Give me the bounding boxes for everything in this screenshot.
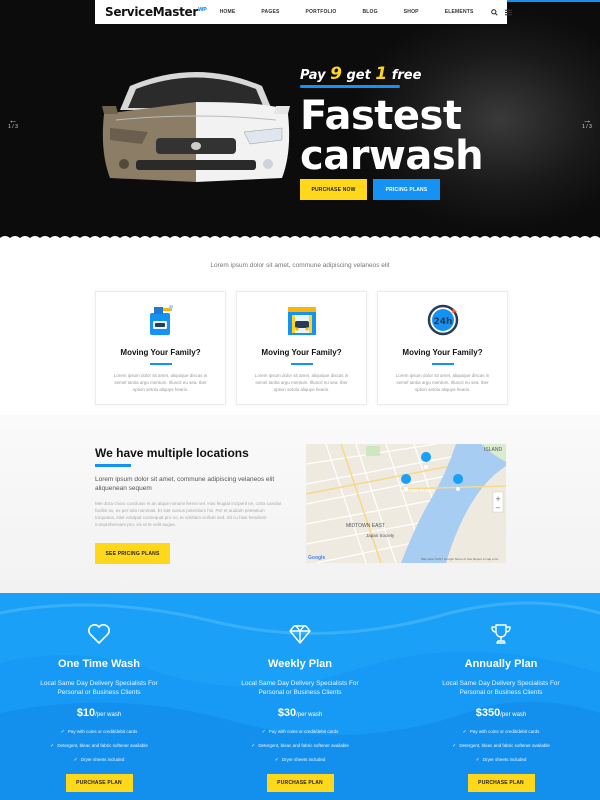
search-icon[interactable]: [490, 8, 498, 16]
pricing-plan-card: Annually Plan Local Same Day Delivery Sp…: [416, 622, 586, 792]
pricing-plans-button[interactable]: PRICING PLANS: [373, 179, 440, 200]
check-icon: ✓: [261, 729, 266, 735]
plan-features: ✓ Pay with coins or credit/debit cards ✓ D…: [215, 728, 385, 764]
nav-item-pages[interactable]: PAGES: [248, 9, 292, 15]
feature-text: Lorem ipsum dolor sit amet, aliquique di…: [254, 373, 349, 392]
map-label: Japan Society: [366, 533, 395, 538]
location-map[interactable]: + − ISLAND SUTTON PLACE MIDTOWN EAST Jap…: [306, 444, 506, 563]
hero-promo: Pay 9 get 1 free Fastest carwash: [300, 64, 484, 179]
feature-card: Moving Your Family? Lorem ipsum dolor si…: [95, 291, 226, 405]
plan-feature: ✓ Dryer sheets included: [274, 757, 326, 763]
plan-name: One Time Wash: [58, 658, 140, 670]
plan-features: ✓ Pay with coins or credit/debit cards ✓ D…: [14, 728, 184, 764]
plan-feature: ✓ Dryer sheets included: [73, 757, 125, 763]
check-icon: ✓: [274, 757, 279, 763]
plan-feature: ✓ Detergent, bleac and fabric softener av…: [50, 743, 148, 749]
prev-slide-counter: 1 / 3: [8, 124, 18, 130]
top-navbar: ServiceMasterWP HOME PAGES PORTFOLIO BLO…: [95, 0, 512, 24]
map-zoom-out[interactable]: −: [495, 504, 501, 512]
purchase-plan-button[interactable]: PURCHASE PLAN: [266, 774, 334, 792]
feature-title: Moving Your Family?: [120, 348, 201, 357]
plan-feature: ✓ Pay with coins or credit/debit cards: [261, 729, 339, 735]
plan-feature: ✓ Detergent, bleac and fabric softener av…: [251, 743, 349, 749]
locations-title: We have multiple locations: [95, 446, 249, 460]
hero-car-image: [102, 72, 290, 182]
feature-card: Moving Your Family? Lorem ipsum dolor si…: [236, 291, 367, 405]
nav-item-shop[interactable]: SHOP: [391, 9, 432, 15]
plan-features: ✓ Pay with coins or credit/debit cards ✓ D…: [416, 728, 586, 764]
menu-icon[interactable]: [504, 9, 512, 16]
trophy-icon: [491, 624, 511, 644]
locations-section: We have multiple locations Lorem ipsum d…: [95, 446, 285, 564]
hero-bottom-wave: [0, 236, 600, 244]
map-label: ISLAND: [484, 447, 502, 453]
nav-item-portfolio[interactable]: PORTFOLIO: [293, 9, 350, 15]
main-menu: HOME PAGES PORTFOLIO BLOG SHOP ELEMENTS: [207, 9, 487, 15]
plan-feature: ✓ Pay with coins or credit/debit cards: [462, 729, 540, 735]
purchase-plan-button[interactable]: PURCHASE PLAN: [467, 774, 535, 792]
top-accent-bar: [507, 0, 600, 2]
map-footer: Map data ©2017 Google Terms of Use Repor…: [421, 557, 498, 561]
heart-icon: [88, 624, 110, 645]
carwash-station-icon: [287, 307, 316, 335]
diamond-icon: [289, 625, 311, 644]
intro-text: Lorem ipsum dolor sit amet, commune adip…: [210, 262, 390, 269]
check-icon: ✓: [60, 729, 65, 735]
google-logo: Google: [308, 555, 325, 561]
arrow-right-icon: →: [582, 115, 592, 125]
next-slide-button[interactable]: → 1 / 3: [577, 115, 597, 131]
feature-title: Moving Your Family?: [402, 348, 483, 357]
see-pricing-plans-button[interactable]: SEE PRICING PLANS: [95, 543, 170, 564]
hero-title: Fastest carwash: [300, 93, 484, 179]
pricing-section: One Time Wash Local Same Day Delivery Sp…: [0, 593, 600, 800]
map-zoom-in[interactable]: +: [495, 495, 501, 503]
check-icon: ✓: [50, 743, 55, 749]
hero-slider: ServiceMasterWP HOME PAGES PORTFOLIO BLO…: [0, 0, 600, 244]
plan-feature: ✓ Pay with coins or credit/debit cards: [60, 729, 138, 735]
pricing-plan-card: One Time Wash Local Same Day Delivery Sp…: [14, 622, 184, 792]
check-icon: ✓: [251, 743, 256, 749]
nav-item-home[interactable]: HOME: [207, 9, 249, 15]
feature-card: 24h Moving Your Family? Lorem ipsum dolo…: [377, 291, 508, 405]
check-icon: ✓: [452, 743, 457, 749]
plan-price: $350/per wash: [475, 707, 527, 719]
plan-description: Local Same Day Delivery Specialists For …: [40, 680, 158, 696]
plan-description: Local Same Day Delivery Specialists For …: [442, 680, 560, 696]
plan-description: Local Same Day Delivery Specialists For …: [241, 680, 359, 696]
map-canvas[interactable]: + − ISLAND SUTTON PLACE MIDTOWN EAST Jap…: [306, 444, 506, 563]
purchase-now-button[interactable]: PURCHASE NOW: [300, 179, 367, 200]
plan-price: $30/per wash: [277, 707, 323, 719]
locations-body: Mei dicta choro conclusio ei an atque no…: [95, 501, 282, 527]
check-icon: ✓: [475, 757, 480, 763]
purchase-plan-button[interactable]: PURCHASE PLAN: [65, 774, 133, 792]
feature-text: Lorem ipsum dolor sit amet, aliquique di…: [113, 373, 208, 392]
next-slide-counter: 1 / 3: [582, 124, 592, 130]
feature-cards: Moving Your Family? Lorem ipsum dolor si…: [95, 291, 508, 405]
24h-service-icon: 24h: [427, 304, 458, 336]
nav-item-blog[interactable]: BLOG: [349, 9, 390, 15]
check-icon: ✓: [462, 729, 467, 735]
plan-name: Annually Plan: [464, 658, 538, 670]
plan-feature: ✓ Dryer sheets included: [475, 757, 527, 763]
locations-section-bg: [0, 415, 600, 593]
prev-slide-button[interactable]: ← 1 / 3: [3, 115, 23, 131]
car-shampoo-icon: [149, 305, 173, 335]
arrow-left-icon: ←: [8, 115, 18, 125]
pricing-plan-card: Weekly Plan Local Same Day Delivery Spec…: [215, 622, 385, 792]
plan-name: Weekly Plan: [268, 658, 332, 670]
locations-lead: Lorem ipsum dolor sit amet, commune adip…: [95, 476, 275, 492]
plan-price: $10/per wash: [76, 707, 122, 719]
nav-item-elements[interactable]: ELEMENTS: [432, 9, 487, 15]
map-label: SUTTON PLACE: [400, 488, 434, 493]
site-logo[interactable]: ServiceMasterWP: [105, 5, 207, 19]
feature-text: Lorem ipsum dolor sit amet, aliquique di…: [395, 373, 490, 392]
svg-text:24h: 24h: [433, 317, 452, 327]
check-icon: ✓: [73, 757, 78, 763]
feature-title: Moving Your Family?: [261, 348, 342, 357]
map-label: MIDTOWN EAST: [346, 523, 385, 529]
promo-tagline: Pay 9 get 1 free: [300, 64, 483, 88]
plan-feature: ✓ Detergent, bleac and fabric softener av…: [452, 743, 550, 749]
